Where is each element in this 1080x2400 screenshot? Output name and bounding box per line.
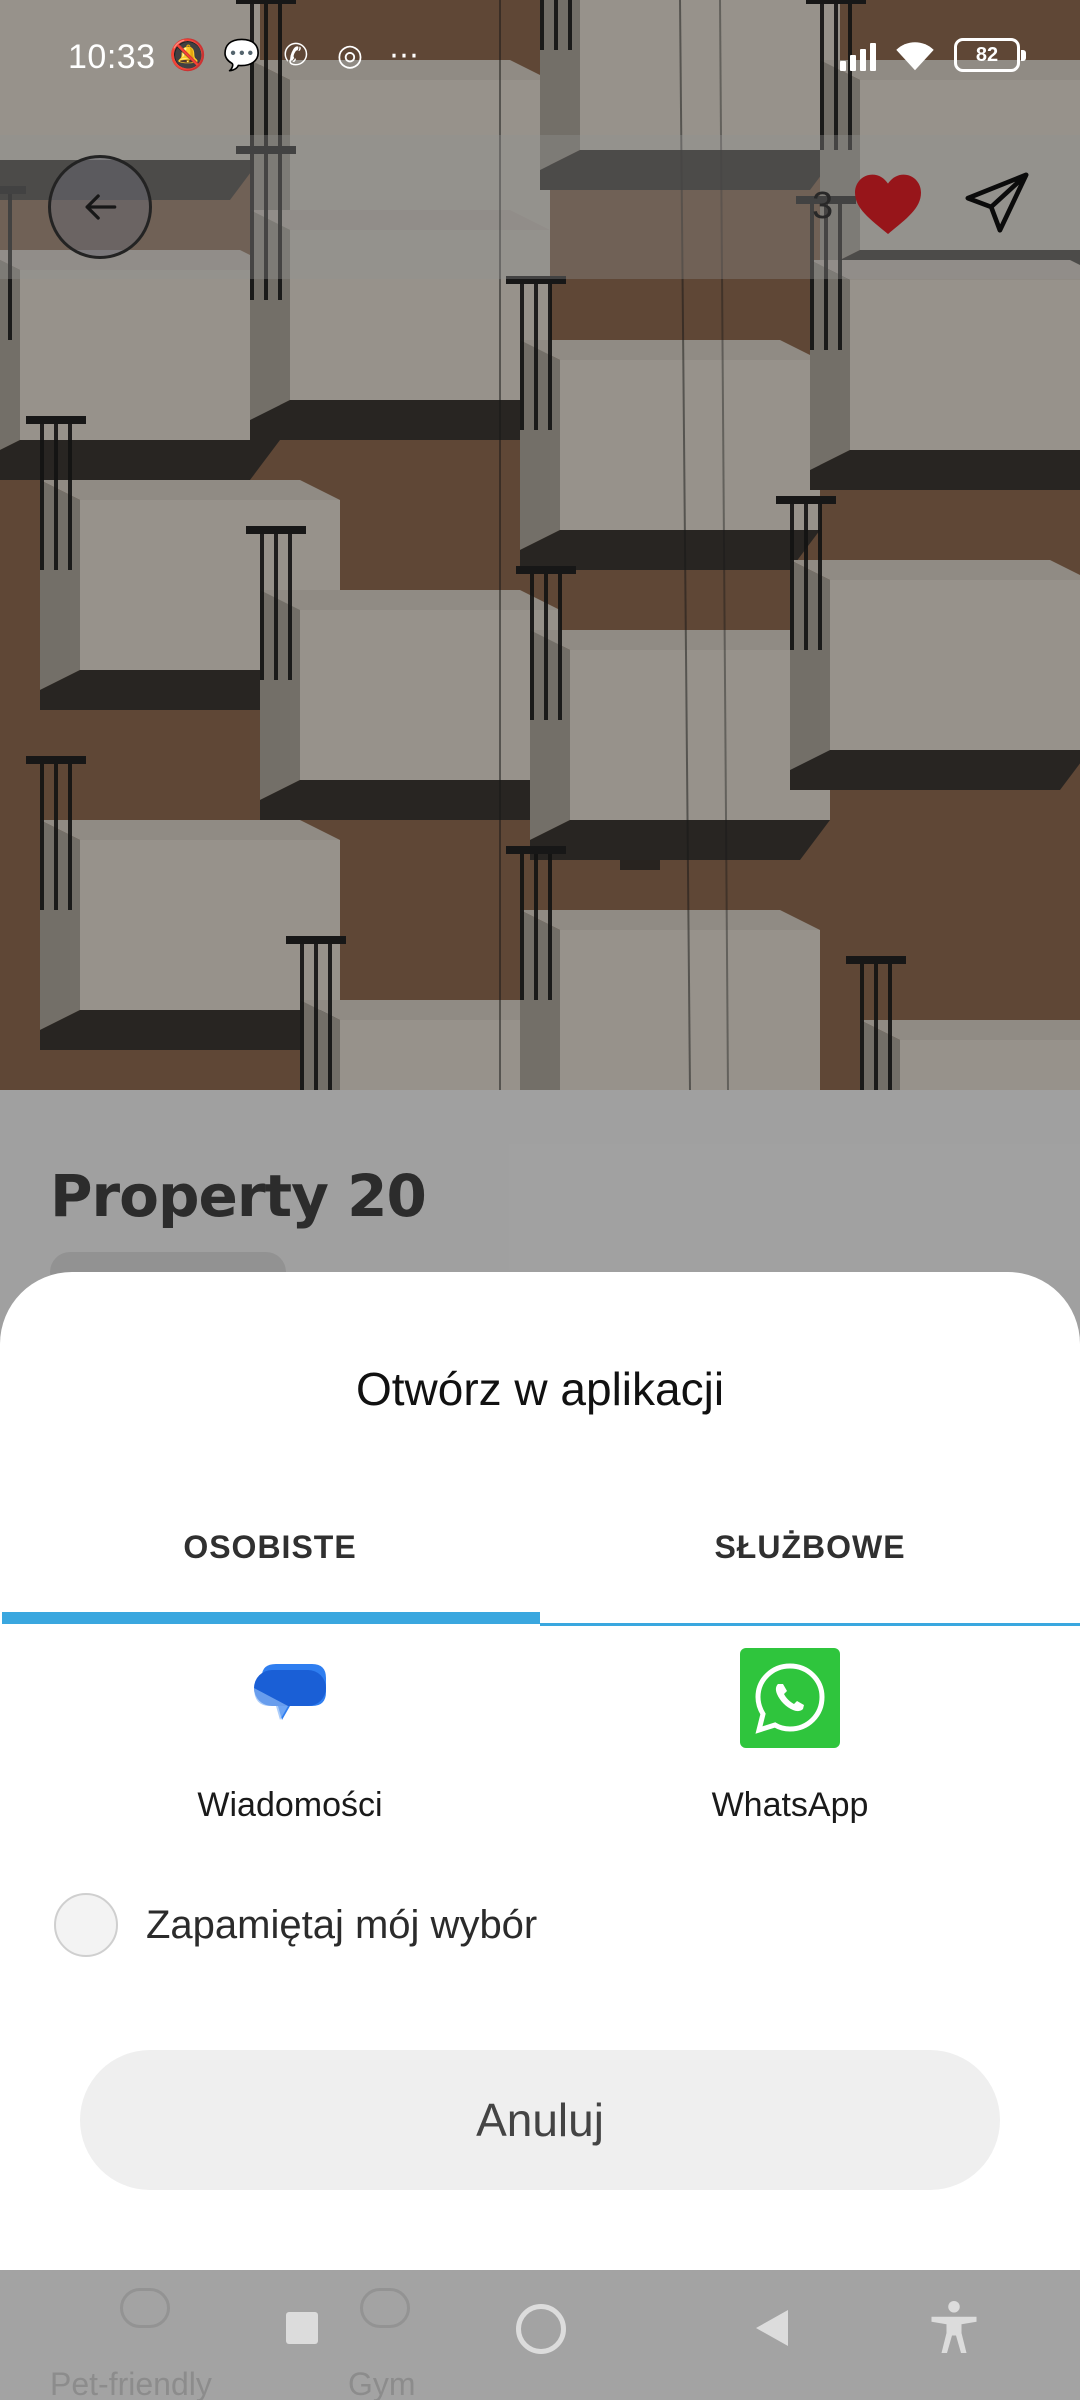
- more-dots-icon: ⋯: [389, 39, 419, 72]
- dumbbell-icon: [360, 2288, 410, 2328]
- app-label-whatsapp: WhatsApp: [711, 1786, 869, 1824]
- app-label-messages: Wiadomości: [197, 1786, 383, 1824]
- mute-vibrate-icon: 🔕: [169, 39, 207, 72]
- like-count: 3: [812, 185, 834, 227]
- send-icon[interactable]: [962, 169, 1032, 239]
- back-button[interactable]: [48, 155, 152, 259]
- signal-icon: [840, 39, 876, 71]
- heart-icon[interactable]: [852, 171, 924, 237]
- chat-bubble-icon: 💬: [223, 39, 261, 72]
- tab-work[interactable]: SŁUŻBOWE: [540, 1522, 1080, 1602]
- app-option-messages[interactable]: Wiadomości: [140, 1648, 440, 1825]
- remember-choice-label: Zapamiętaj mój wybór: [146, 1902, 538, 1947]
- nav-item-gym[interactable]: Gym: [348, 2366, 416, 2400]
- screen: Property 20 3 10:33 🔕 💬 ✆ ◎ ⋯ 82 Pet-fri…: [0, 0, 1080, 2400]
- tab-divider: [540, 1623, 1080, 1626]
- home-button[interactable]: [516, 2304, 566, 2354]
- system-back-button[interactable]: [756, 2310, 788, 2346]
- property-title: Property 20: [50, 1162, 427, 1230]
- profile-tabs: OSOBISTE SŁUŻBOWE: [0, 1522, 1080, 1602]
- nav-item-pet-friendly[interactable]: Pet-friendly: [50, 2366, 212, 2400]
- tab-indicator: [2, 1612, 540, 1624]
- navigation-bar: Pet-friendly Gym: [0, 2270, 1080, 2400]
- missed-call-icon: ✆: [283, 39, 309, 72]
- app-option-whatsapp[interactable]: WhatsApp: [640, 1648, 940, 1825]
- open-in-app-sheet: Otwórz w aplikacji OSOBISTE SŁUŻBOWE Wia…: [0, 1272, 1080, 2270]
- remember-choice-row[interactable]: Zapamiętaj mój wybór: [54, 1892, 537, 1958]
- recent-apps-button[interactable]: [286, 2312, 318, 2344]
- whatsapp-icon: ◎: [336, 39, 364, 72]
- messages-icon: [240, 1648, 340, 1748]
- arrow-left-icon: [85, 194, 117, 220]
- info-icon: [120, 2288, 170, 2328]
- remember-checkbox[interactable]: [54, 1893, 118, 1957]
- whatsapp-icon: [740, 1648, 840, 1748]
- accessibility-icon[interactable]: [924, 2298, 984, 2358]
- battery-level: 82: [975, 44, 999, 66]
- tab-personal[interactable]: OSOBISTE: [0, 1522, 540, 1602]
- sheet-title: Otwórz w aplikacji: [355, 1363, 725, 1415]
- status-time: 10:33: [68, 38, 156, 76]
- battery-icon: 82: [954, 38, 1026, 72]
- status-bar: 10:33 🔕 💬 ✆ ◎ ⋯ 82: [0, 0, 1080, 120]
- wifi-icon: [896, 42, 934, 71]
- cancel-button[interactable]: Anuluj: [80, 2050, 1000, 2190]
- top-app-bar: 3: [0, 135, 1080, 279]
